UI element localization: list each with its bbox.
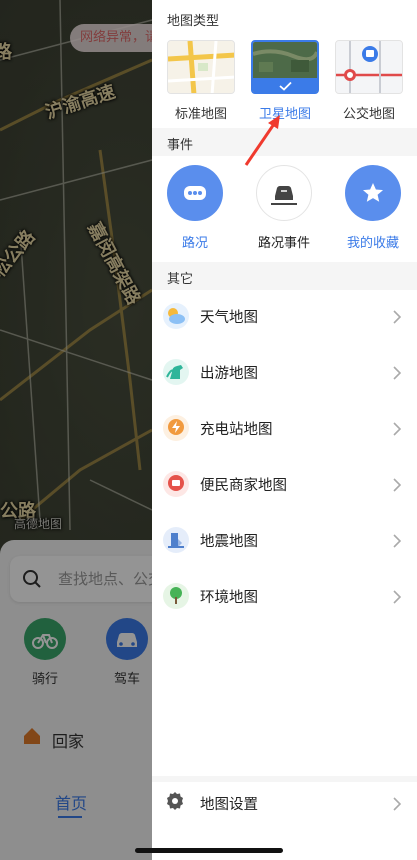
charging-icon xyxy=(163,415,189,441)
transit-map-option[interactable] xyxy=(335,40,403,94)
road-event-icon xyxy=(271,186,297,205)
favorites-toggle[interactable] xyxy=(345,165,401,221)
travel-map-item[interactable]: 出游地图 xyxy=(152,345,417,401)
merchant-map-item[interactable]: 便民商家地图 xyxy=(152,457,417,513)
merchant-map-label: 便民商家地图 xyxy=(200,478,287,494)
star-icon xyxy=(363,183,383,202)
chevron-right-icon xyxy=(393,796,402,815)
chevron-right-icon xyxy=(393,421,402,440)
traffic-label: 路况 xyxy=(181,236,208,251)
gear-icon xyxy=(164,790,190,816)
traffic-icon xyxy=(184,186,206,200)
chevron-right-icon xyxy=(393,533,402,552)
earthquake-map-label: 地震地图 xyxy=(200,534,258,550)
transit-map-thumbnail xyxy=(336,41,402,93)
map-settings-label: 地图设置 xyxy=(200,797,258,813)
weather-map-item[interactable]: 天气地图 xyxy=(152,289,417,345)
environment-map-label: 环境地图 xyxy=(200,590,258,606)
satellite-map-label: 卫星地图 xyxy=(258,107,311,122)
standard-map-thumbnail xyxy=(168,41,234,93)
section-title-other: 其它 xyxy=(167,272,194,287)
horse-icon xyxy=(163,359,189,385)
checkmark-icon xyxy=(279,81,292,91)
weather-icon xyxy=(163,303,189,329)
earthquake-icon xyxy=(163,527,189,553)
map-settings-item[interactable]: 地图设置 xyxy=(152,774,417,830)
selected-indicator xyxy=(253,78,317,92)
earthquake-map-item[interactable]: 地震地图 xyxy=(152,513,417,569)
traffic-toggle[interactable] xyxy=(167,165,223,221)
chevron-right-icon xyxy=(393,365,402,384)
map-layers-drawer: 地图类型 标准地图 卫星地图 公交地图 事件 路况 路况事件 我的收藏 其它 天… xyxy=(152,0,417,860)
tree-icon xyxy=(163,583,189,609)
transit-map-label: 公交地图 xyxy=(342,107,395,122)
favorites-label: 我的收藏 xyxy=(346,236,399,251)
standard-map-option[interactable] xyxy=(167,40,235,94)
chevron-right-icon xyxy=(393,477,402,496)
charging-map-label: 充电站地图 xyxy=(200,422,273,438)
weather-map-label: 天气地图 xyxy=(200,310,258,326)
road-event-toggle[interactable] xyxy=(256,165,312,221)
drawer-overlay[interactable] xyxy=(0,0,152,860)
chevron-right-icon xyxy=(393,309,402,328)
satellite-map-option[interactable] xyxy=(251,40,319,94)
environment-map-item[interactable]: 环境地图 xyxy=(152,569,417,625)
home-indicator xyxy=(135,848,283,853)
standard-map-label: 标准地图 xyxy=(174,107,227,122)
chevron-right-icon xyxy=(393,589,402,608)
travel-map-label: 出游地图 xyxy=(200,366,258,382)
section-title-map-type: 地图类型 xyxy=(167,14,220,29)
charging-map-item[interactable]: 充电站地图 xyxy=(152,401,417,457)
merchant-icon xyxy=(163,471,189,497)
section-title-events: 事件 xyxy=(167,138,194,153)
road-event-label: 路况事件 xyxy=(257,236,310,251)
